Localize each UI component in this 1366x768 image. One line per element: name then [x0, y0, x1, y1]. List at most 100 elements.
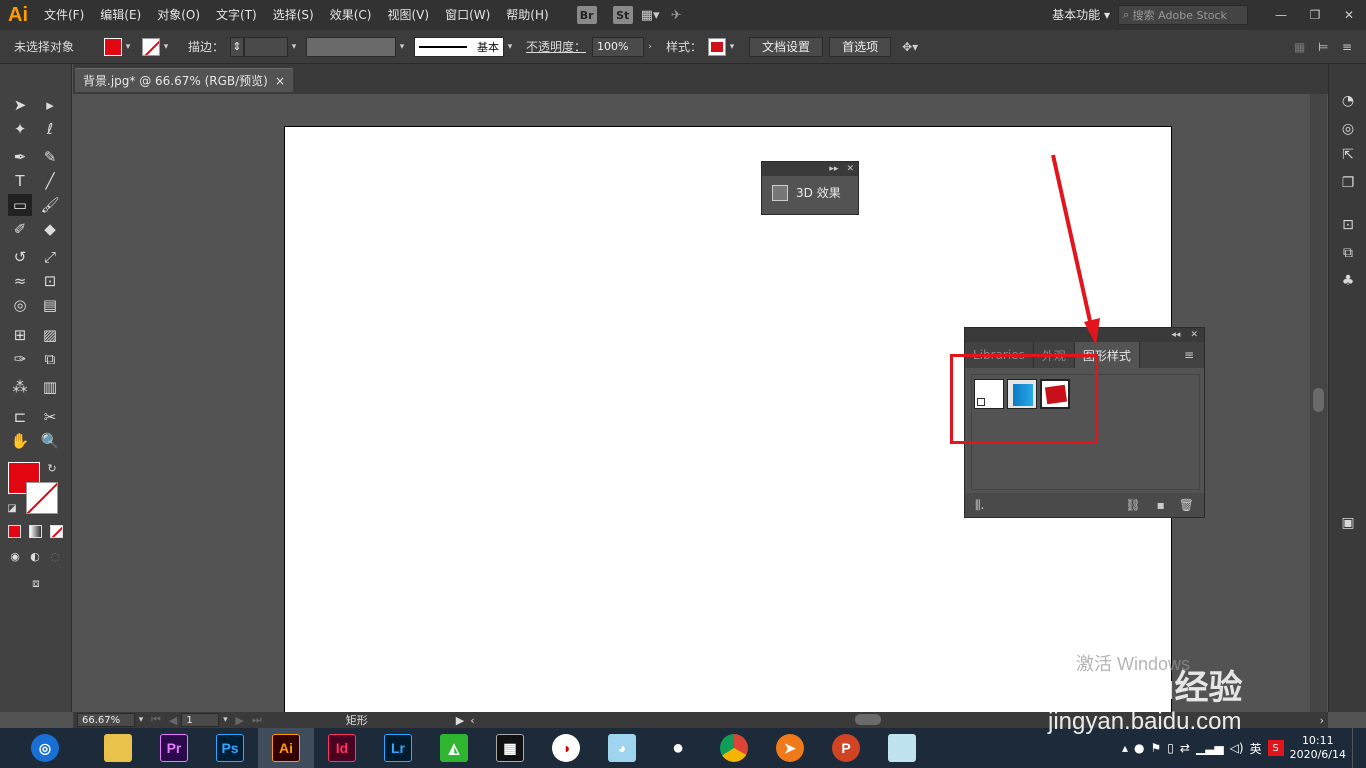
type-tool-icon[interactable]: T	[8, 170, 32, 192]
rotate-tool-icon[interactable]: ↺	[8, 246, 32, 268]
taskbar-powerpoint[interactable]: P	[818, 728, 874, 768]
taskbar-indesign[interactable]: Id	[314, 728, 370, 768]
scroll-right-icon[interactable]: ›	[1320, 714, 1324, 727]
draw-behind-icon[interactable]: ◐	[26, 548, 44, 564]
taskbar-app-orange[interactable]: ➤	[762, 728, 818, 768]
tray-expand-icon[interactable]: ▴	[1122, 741, 1128, 755]
menu-effect[interactable]: 效果(C)	[322, 0, 380, 30]
gradient-tool-icon[interactable]: ▨	[38, 324, 62, 346]
magic-wand-tool-icon[interactable]: ✦	[8, 118, 32, 140]
style-libraries-icon[interactable]: ⫼.	[975, 498, 984, 513]
color-guide-icon[interactable]: ◔	[1339, 92, 1357, 110]
taskbar-illustrator[interactable]: Ai	[258, 728, 314, 768]
close-button[interactable]: ✕	[1332, 8, 1366, 22]
taskbar-premiere[interactable]: Pr	[146, 728, 202, 768]
eyedropper-tool-icon[interactable]: ✑	[8, 348, 32, 370]
artboard-tool-icon[interactable]: ⊏	[8, 406, 32, 428]
pen-tool-icon[interactable]: ✒	[8, 146, 32, 168]
quick-actions-icon[interactable]: ✥▾	[902, 40, 932, 54]
screen-mode-icon[interactable]: ⧈	[24, 572, 48, 594]
collapse-icon[interactable]: ▸▸	[829, 164, 838, 174]
align-icon[interactable]: ⊨	[1318, 40, 1342, 54]
stroke-stepper[interactable]: ⇕	[230, 36, 245, 57]
taskbar-app-green[interactable]: ◭	[426, 728, 482, 768]
brush-dropdown-icon[interactable]: ▾	[504, 42, 516, 52]
blend-tool-icon[interactable]: ⧉	[38, 348, 62, 370]
style-swatch[interactable]	[708, 37, 727, 56]
lasso-tool-icon[interactable]: ℓ	[38, 118, 62, 140]
menu-file[interactable]: 文件(F)	[36, 0, 92, 30]
first-page-icon[interactable]: ⏮	[151, 713, 161, 727]
ime-indicator[interactable]: 英	[1250, 740, 1262, 757]
free-transform-tool-icon[interactable]: ⊡	[38, 270, 62, 292]
next-page-icon[interactable]: ▶	[235, 714, 243, 727]
stock-search-input[interactable]: ⌕ 搜索 Adobe Stock	[1118, 5, 1248, 25]
taskbar-qq[interactable]: ●	[650, 728, 706, 768]
preferences-button[interactable]: 首选项	[829, 36, 892, 57]
rectangle-tool-icon[interactable]: ▭	[8, 194, 32, 216]
taskbar-photoshop[interactable]: Ps	[202, 728, 258, 768]
tray-signal-icon[interactable]: ▁▃▅	[1196, 741, 1224, 755]
zoom-tool-icon[interactable]: 🔍	[38, 430, 62, 452]
hand-tool-icon[interactable]: ✋	[8, 430, 32, 452]
vertical-scroll-thumb[interactable]	[1313, 388, 1324, 412]
taskbar-app-glass[interactable]	[874, 728, 930, 768]
draw-inside-icon[interactable]: ◌	[46, 548, 64, 564]
curvature-tool-icon[interactable]: ✎	[38, 146, 62, 168]
stock-button[interactable]: St	[612, 6, 633, 24]
menu-edit[interactable]: 编辑(E)	[92, 0, 149, 30]
mesh-tool-icon[interactable]: ⊞	[8, 324, 32, 346]
bridge-button[interactable]: Br	[576, 6, 597, 24]
artboard-number-input[interactable]: 1	[181, 713, 220, 727]
stroke-weight-dropdown-icon[interactable]: ▾	[288, 42, 300, 52]
symbols-icon[interactable]: ♣	[1339, 272, 1357, 290]
panel-menu-icon[interactable]: ≡	[1184, 342, 1204, 368]
control-menu-icon[interactable]: ≡	[1342, 40, 1366, 54]
slice-tool-icon[interactable]: ✂	[38, 406, 62, 428]
direct-selection-tool-icon[interactable]: ▸	[38, 94, 62, 116]
document-setup-button[interactable]: 文档设置	[749, 36, 824, 57]
variable-width-profile[interactable]	[306, 36, 397, 57]
gradient-panel-icon[interactable]: ▣	[1339, 514, 1357, 532]
transform-panel-icon[interactable]: ⊡	[1339, 216, 1357, 234]
gradient-mode-icon[interactable]	[29, 525, 42, 538]
paintbrush-tool-icon[interactable]: 🖌	[38, 194, 62, 216]
eraser-tool-icon[interactable]: ◆	[38, 218, 62, 240]
zoom-dropdown-icon[interactable]: ▾	[135, 715, 147, 725]
pathfinder-icon[interactable]: ⧉	[1339, 244, 1357, 262]
line-tool-icon[interactable]: ╱	[38, 170, 62, 192]
arrange-documents-icon[interactable]: ▦▾	[641, 8, 671, 23]
none-mode-icon[interactable]	[50, 525, 63, 538]
width-tool-icon[interactable]: ≈	[8, 270, 32, 292]
opacity-label[interactable]: 不透明度：	[520, 38, 592, 55]
style-dropdown-icon[interactable]: ▾	[726, 42, 738, 52]
close-panel-icon[interactable]: ✕	[846, 164, 854, 174]
default-colors-icon[interactable]: ◪	[4, 500, 20, 516]
perspective-grid-tool-icon[interactable]: ▤	[38, 294, 62, 316]
tray-flag-icon[interactable]: ⚑	[1151, 741, 1162, 755]
scale-tool-icon[interactable]: ⤢	[38, 246, 62, 268]
menu-help[interactable]: 帮助(H)	[498, 0, 556, 30]
layers-icon[interactable]: ❐	[1339, 174, 1357, 192]
transform-icon[interactable]: ▦	[1294, 40, 1318, 54]
color-mode-icon[interactable]	[8, 525, 21, 538]
column-graph-tool-icon[interactable]: ▥	[38, 376, 62, 398]
swap-colors-icon[interactable]: ↻	[44, 460, 60, 476]
menu-window[interactable]: 窗口(W)	[437, 0, 498, 30]
3d-effect-item[interactable]: 3D 效果	[762, 176, 858, 209]
artboard-dropdown-icon[interactable]: ▾	[219, 715, 231, 725]
stroke-dropdown-icon[interactable]: ▾	[160, 42, 172, 52]
taskbar-chrome[interactable]	[706, 728, 762, 768]
menu-view[interactable]: 视图(V)	[379, 0, 437, 30]
taskbar-explorer[interactable]	[90, 728, 146, 768]
sogou-icon[interactable]: S	[1267, 740, 1284, 756]
show-desktop-button[interactable]	[1352, 728, 1358, 768]
stroke-color-box[interactable]	[26, 482, 58, 514]
taskbar-app-bird[interactable]: ◕	[594, 728, 650, 768]
taskbar-app-cad[interactable]: ◑	[538, 728, 594, 768]
workspace-switcher[interactable]: 基本功能 ▾	[1044, 0, 1118, 30]
minimize-button[interactable]: —	[1264, 8, 1298, 22]
stroke-weight-input[interactable]	[244, 36, 289, 57]
opacity-input[interactable]: 100%	[592, 36, 645, 57]
export-icon[interactable]: ⇱	[1339, 146, 1357, 164]
